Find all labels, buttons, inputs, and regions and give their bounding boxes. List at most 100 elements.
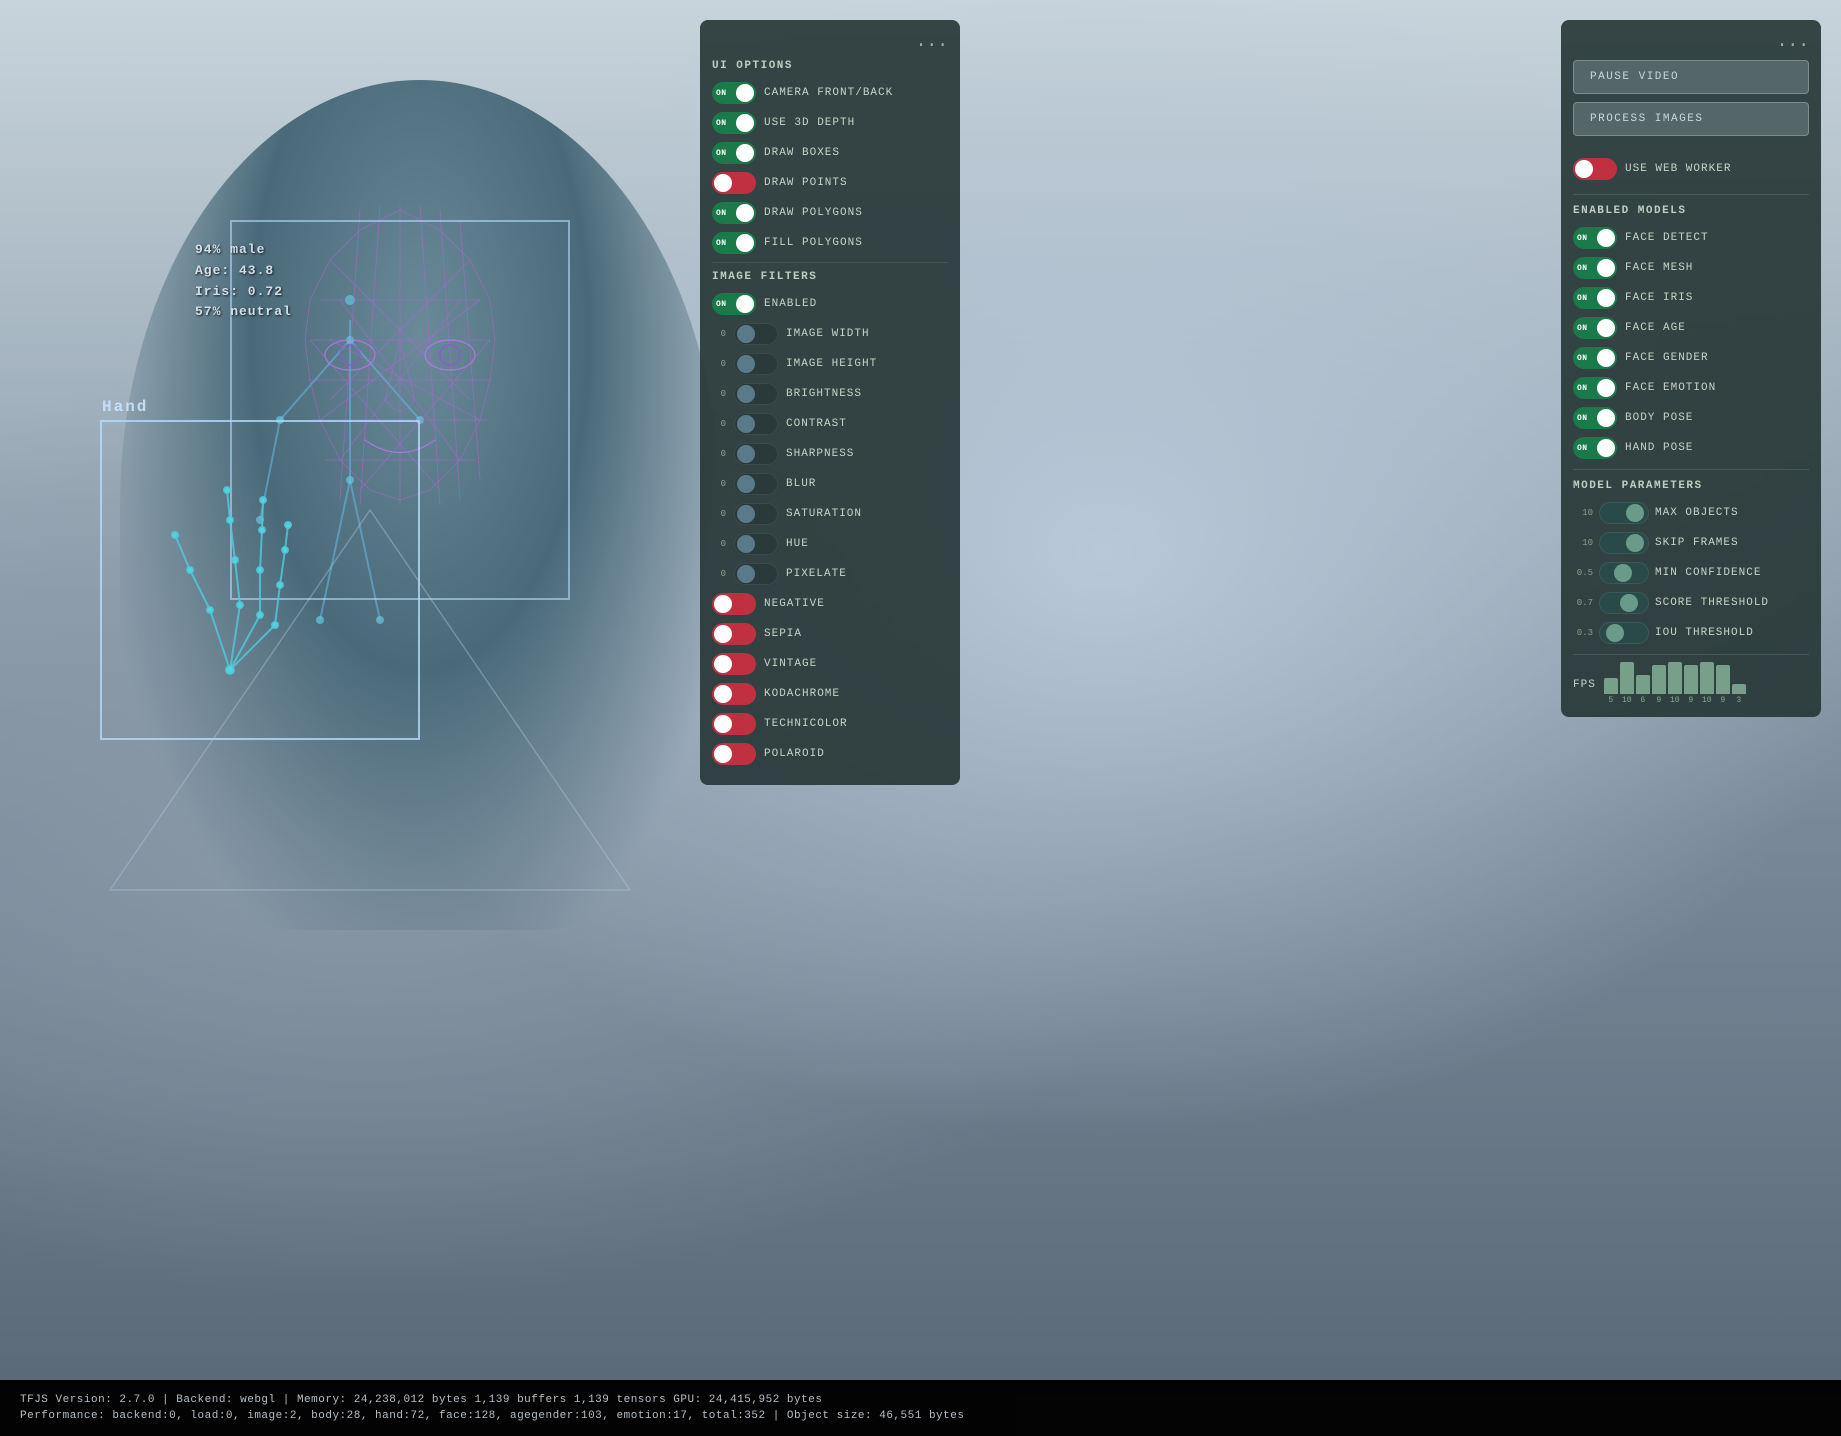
brightness-slider[interactable] xyxy=(734,383,778,405)
vintage-label: Vintage xyxy=(764,658,948,670)
fps-bar-item: 9 xyxy=(1652,665,1666,705)
pixelate-slider[interactable] xyxy=(734,563,778,585)
skip-frames-row: 10 Skip Frames xyxy=(1573,532,1809,554)
negative-toggle[interactable]: OFF xyxy=(712,593,756,615)
max-objects-slider[interactable] xyxy=(1599,502,1649,524)
fps-bar xyxy=(1604,678,1618,694)
score-threshold-slider[interactable] xyxy=(1599,592,1649,614)
vintage-toggle[interactable]: OFF xyxy=(712,653,756,675)
process-images-button[interactable]: Process Images xyxy=(1573,102,1809,136)
status-line-2: Performance: backend:0, load:0, image:2,… xyxy=(20,1408,1821,1425)
iou-threshold-value: 0.3 xyxy=(1573,628,1593,638)
params-separator xyxy=(1573,469,1809,470)
contrast-slider[interactable] xyxy=(734,413,778,435)
sharpness-slider[interactable] xyxy=(734,443,778,465)
fps-num-label: 10 xyxy=(1670,696,1680,705)
draw-polygons-row: ON Draw Polygons xyxy=(712,202,948,224)
saturation-slider[interactable] xyxy=(734,503,778,525)
hand-pose-label: Hand Pose xyxy=(1625,442,1809,454)
blur-value: 0 xyxy=(712,479,726,489)
image-width-label: Image Width xyxy=(786,328,948,340)
image-height-slider[interactable] xyxy=(734,353,778,375)
face-iris-toggle[interactable]: ON xyxy=(1573,287,1617,309)
fill-polygons-toggle[interactable]: ON xyxy=(712,232,756,254)
hue-label: Hue xyxy=(786,538,948,550)
technicolor-toggle[interactable]: OFF xyxy=(712,713,756,735)
min-confidence-value: 0.5 xyxy=(1573,568,1593,578)
image-width-slider[interactable] xyxy=(734,323,778,345)
max-objects-row: 10 Max Objects xyxy=(1573,502,1809,524)
models-separator xyxy=(1573,194,1809,195)
image-height-label: Image Height xyxy=(786,358,948,370)
face-stats-overlay: 94% male Age: 43.8 Iris: 0.72 57% neutra… xyxy=(195,240,292,323)
fps-separator xyxy=(1573,654,1809,655)
iou-threshold-slider[interactable] xyxy=(1599,622,1649,644)
iou-threshold-label: IOU Threshold xyxy=(1655,627,1809,639)
fps-num-label: 9 xyxy=(1656,696,1661,705)
blur-label: Blur xyxy=(786,478,948,490)
vintage-row: OFF Vintage xyxy=(712,653,948,675)
draw-polygons-toggle[interactable]: ON xyxy=(712,202,756,224)
fps-bar xyxy=(1732,684,1746,694)
face-mesh-toggle[interactable]: ON xyxy=(1573,257,1617,279)
face-gender-toggle[interactable]: ON xyxy=(1573,347,1617,369)
fps-num-label: 9 xyxy=(1720,696,1725,705)
draw-polygons-label: Draw Polygons xyxy=(764,207,948,219)
camera-front-back-toggle[interactable]: ON xyxy=(712,82,756,104)
fill-polygons-row: ON Fill Polygons xyxy=(712,232,948,254)
pause-video-button[interactable]: Pause Video xyxy=(1573,60,1809,94)
face-age-toggle[interactable]: ON xyxy=(1573,317,1617,339)
face-mesh-label: Face Mesh xyxy=(1625,262,1809,274)
fps-bar xyxy=(1700,662,1714,694)
draw-points-toggle[interactable]: OFF xyxy=(712,172,756,194)
contrast-value: 0 xyxy=(712,419,726,429)
controls-menu-dots[interactable]: ... xyxy=(1573,32,1809,52)
negative-row: OFF Negative xyxy=(712,593,948,615)
kodachrome-toggle[interactable]: OFF xyxy=(712,683,756,705)
ui-options-menu-dots[interactable]: ... xyxy=(712,32,948,52)
skip-frames-value: 10 xyxy=(1573,538,1593,548)
fps-bar xyxy=(1652,665,1666,694)
saturation-value: 0 xyxy=(712,509,726,519)
face-detect-label: Face Detect xyxy=(1625,232,1809,244)
hue-slider[interactable] xyxy=(734,533,778,555)
hue-row: 0 Hue xyxy=(712,533,948,555)
image-filters-title: Image Filters xyxy=(712,271,948,283)
pixelate-row: 0 Pixelate xyxy=(712,563,948,585)
kodachrome-row: OFF Kodachrome xyxy=(712,683,948,705)
fill-polygons-label: Fill Polygons xyxy=(764,237,948,249)
sharpness-row: 0 Sharpness xyxy=(712,443,948,465)
use-3d-depth-label: Use 3D Depth xyxy=(764,117,948,129)
image-height-row: 0 Image Height xyxy=(712,353,948,375)
fps-bar-item: 10 xyxy=(1700,662,1714,705)
technicolor-row: OFF Technicolor xyxy=(712,713,948,735)
fps-bar-chart: 510691091093 xyxy=(1604,665,1746,705)
fps-bar-item: 5 xyxy=(1604,678,1618,705)
face-detect-toggle[interactable]: ON xyxy=(1573,227,1617,249)
sepia-toggle[interactable]: OFF xyxy=(712,623,756,645)
fps-bar-item: 10 xyxy=(1668,662,1682,705)
draw-points-label: Draw Points xyxy=(764,177,948,189)
hand-pose-toggle[interactable]: ON xyxy=(1573,437,1617,459)
body-pose-toggle[interactable]: ON xyxy=(1573,407,1617,429)
fps-bar xyxy=(1620,662,1634,694)
draw-boxes-toggle[interactable]: ON xyxy=(712,142,756,164)
face-iris-label: Face Iris xyxy=(1625,292,1809,304)
brightness-row: 0 Brightness xyxy=(712,383,948,405)
blur-slider[interactable] xyxy=(734,473,778,495)
skip-frames-slider[interactable] xyxy=(1599,532,1649,554)
use-3d-depth-toggle[interactable]: ON xyxy=(712,112,756,134)
hand-label: Hand xyxy=(102,398,148,416)
filters-enabled-toggle[interactable]: ON xyxy=(712,293,756,315)
min-confidence-slider[interactable] xyxy=(1599,562,1649,584)
blur-row: 0 Blur xyxy=(712,473,948,495)
polaroid-toggle[interactable]: OFF xyxy=(712,743,756,765)
face-age-label: Face Age xyxy=(1625,322,1809,334)
hand-pose-row: ON Hand Pose xyxy=(1573,437,1809,459)
face-emotion-toggle[interactable]: ON xyxy=(1573,377,1617,399)
web-worker-toggle[interactable]: OFF xyxy=(1573,158,1617,180)
model-params-title: Model Parameters xyxy=(1573,480,1809,492)
camera-front-back-label: Camera Front/Back xyxy=(764,87,948,99)
male-pct-stat: 94% male xyxy=(195,240,292,261)
image-width-value: 0 xyxy=(712,329,726,339)
